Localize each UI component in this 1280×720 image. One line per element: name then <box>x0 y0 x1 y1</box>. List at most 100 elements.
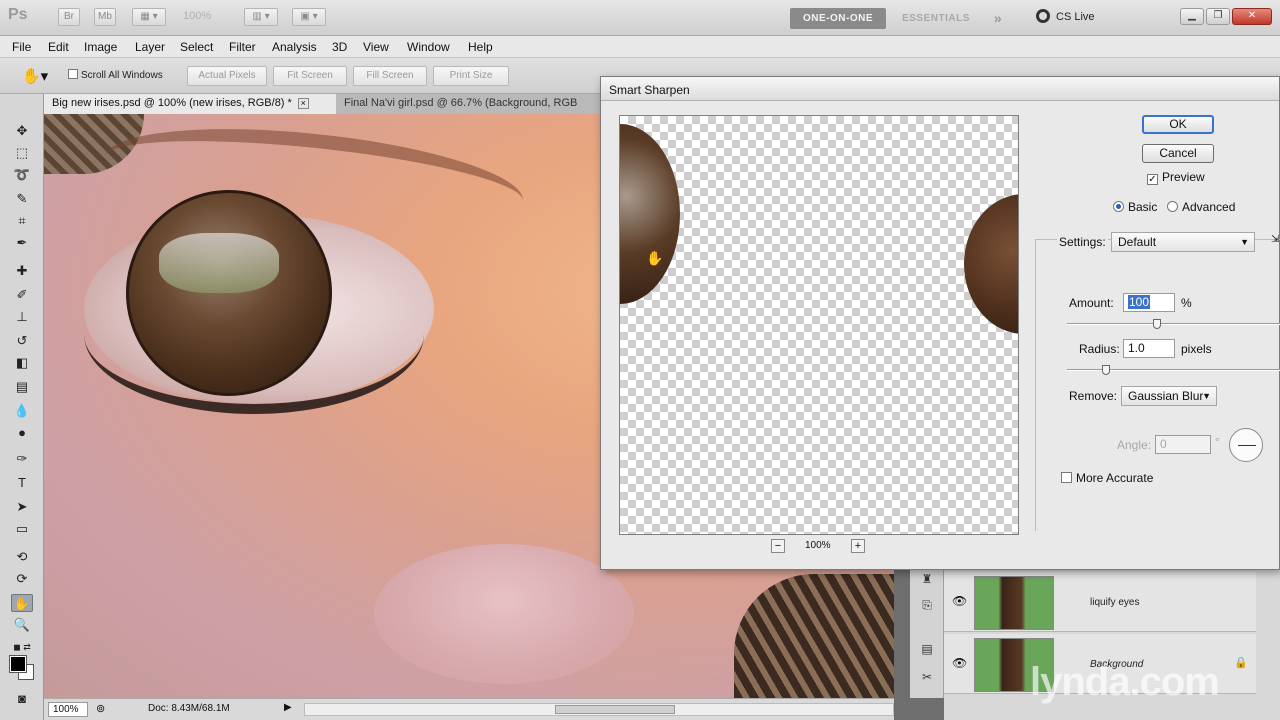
shape-tool-icon[interactable]: ▭ <box>11 520 33 538</box>
zoom-tool-icon[interactable]: 🔍 <box>11 616 33 634</box>
3d-rotate-tool-icon[interactable]: ⟲ <box>11 548 33 566</box>
bridge-button[interactable]: Br <box>58 8 80 26</box>
menu-select[interactable]: Select <box>180 40 213 54</box>
scrollbar-thumb[interactable] <box>555 705 675 714</box>
angle-dial[interactable] <box>1229 428 1263 462</box>
more-accurate-checkbox[interactable]: More Accurate <box>1061 471 1153 485</box>
save-settings-icon[interactable]: ⇲ <box>1271 234 1279 245</box>
amount-slider-track[interactable] <box>1067 323 1280 325</box>
zoom-level-menu[interactable]: 100% <box>183 10 211 22</box>
cancel-button[interactable]: Cancel <box>1142 144 1214 163</box>
tool-presets-icon[interactable]: ✂ <box>918 670 936 686</box>
type-tool-icon[interactable]: T <box>11 474 33 492</box>
visibility-eye-icon[interactable]: 👁 <box>952 594 967 608</box>
history-brush-tool-icon[interactable]: ↺ <box>11 332 33 350</box>
radius-slider-thumb[interactable] <box>1101 365 1110 375</box>
menu-file[interactable]: File <box>12 40 31 54</box>
menu-filter[interactable]: Filter <box>229 40 256 54</box>
notes-icon[interactable]: ▤ <box>918 642 936 658</box>
blur-tool-icon[interactable]: 💧 <box>11 402 33 420</box>
clone-source-icon[interactable]: ⎘ <box>918 598 936 614</box>
eraser-tool-icon[interactable]: ◧ <box>11 354 33 372</box>
advanced-radio[interactable]: Advanced <box>1167 200 1235 214</box>
quick-mask-icon[interactable]: ◙ <box>11 690 33 708</box>
basic-radio[interactable]: Basic <box>1113 200 1157 214</box>
minimize-button[interactable]: ▁ <box>1180 8 1204 25</box>
amount-value: 100 <box>1128 295 1151 309</box>
actual-pixels-button[interactable]: Actual Pixels <box>187 66 267 86</box>
workspace-one-on-one[interactable]: ONE-ON-ONE <box>790 8 886 29</box>
crop-tool-icon[interactable]: ⌗ <box>11 212 33 230</box>
brush-presets-icon[interactable]: ♜ <box>918 572 936 588</box>
screen-mode-button[interactable]: ▣ ▾ <box>292 8 326 26</box>
smart-sharpen-dialog: Smart Sharpen ✋ − 100% + OK Cancel ✓ Prev… <box>600 76 1280 570</box>
cs-live-button[interactable]: CS Live <box>1036 9 1095 23</box>
preview-iris-left <box>620 124 680 304</box>
status-info-icon[interactable]: ⊚ <box>96 702 105 715</box>
radio-dot <box>1113 201 1124 212</box>
marquee-tool-icon[interactable]: ⬚ <box>11 144 33 162</box>
menu-bar: File Edit Image Layer Select Filter Anal… <box>0 36 1280 58</box>
horizontal-scrollbar[interactable] <box>304 703 894 716</box>
dialog-title-bar[interactable]: Smart Sharpen <box>601 77 1279 101</box>
amount-field[interactable]: 100 <box>1123 293 1175 312</box>
dropdown-caret-icon: ▼ <box>1240 237 1249 247</box>
fit-screen-button[interactable]: Fit Screen <box>273 66 347 86</box>
gradient-tool-icon[interactable]: ▤ <box>11 378 33 396</box>
hand-tool-icon[interactable]: ✋ <box>11 594 33 612</box>
image-lash-line <box>84 254 424 414</box>
menu-edit[interactable]: Edit <box>48 40 69 54</box>
workspace-essentials[interactable]: ESSENTIALS <box>892 8 980 29</box>
3d-orbit-tool-icon[interactable]: ⟳ <box>11 570 33 588</box>
more-workspaces-icon[interactable]: » <box>986 8 1010 29</box>
mini-bridge-button[interactable]: Mb <box>94 8 116 26</box>
menu-view[interactable]: View <box>363 40 389 54</box>
lasso-tool-icon[interactable]: ➰ <box>11 166 33 184</box>
print-size-button[interactable]: Print Size <box>433 66 509 86</box>
basic-label: Basic <box>1128 200 1158 214</box>
healing-brush-tool-icon[interactable]: ✚ <box>11 262 33 280</box>
tab-final-navi-girl[interactable]: Final Na'vi girl.psd @ 66.7% (Background… <box>336 94 604 114</box>
pen-tool-icon[interactable]: ✑ <box>11 450 33 468</box>
close-tab-icon[interactable]: × <box>297 98 309 109</box>
menu-image[interactable]: Image <box>84 40 117 54</box>
remove-dropdown[interactable]: Gaussian Blur ▼ <box>1121 386 1217 406</box>
fill-screen-button[interactable]: Fill Screen <box>353 66 427 86</box>
filter-preview[interactable]: ✋ <box>619 115 1019 535</box>
brush-tool-icon[interactable]: ✐ <box>11 286 33 304</box>
arrange-documents-button[interactable]: ▥ ▾ <box>244 8 278 26</box>
maximize-button[interactable]: ❐ <box>1206 8 1230 25</box>
menu-3d[interactable]: 3D <box>332 40 347 54</box>
radius-field[interactable]: 1.0 <box>1123 339 1175 358</box>
zoom-out-button[interactable]: − <box>771 539 785 553</box>
quick-selection-tool-icon[interactable]: ✎ <box>11 190 33 208</box>
dodge-tool-icon[interactable]: ● <box>11 424 33 442</box>
hand-tool-preset-icon[interactable]: ✋▾ <box>22 67 48 85</box>
radius-slider-track[interactable] <box>1067 369 1280 371</box>
zoom-field[interactable]: 100% <box>48 702 88 717</box>
scroll-all-windows-checkbox[interactable]: Scroll All Windows <box>68 69 163 81</box>
preview-checkbox[interactable]: ✓ Preview <box>1147 170 1205 185</box>
menu-window[interactable]: Window <box>407 40 450 54</box>
settings-dropdown[interactable]: Default ▼ <box>1111 232 1255 252</box>
menu-layer[interactable]: Layer <box>135 40 165 54</box>
amount-slider-thumb[interactable] <box>1152 319 1161 329</box>
foreground-color-swatch[interactable] <box>9 655 27 673</box>
layer-row[interactable]: 👁 liquify eyes <box>944 572 1256 632</box>
clone-stamp-tool-icon[interactable]: ⊥ <box>11 308 33 326</box>
path-selection-tool-icon[interactable]: ➤ <box>11 498 33 516</box>
menu-help[interactable]: Help <box>468 40 493 54</box>
ok-button[interactable]: OK <box>1142 115 1214 134</box>
checkbox-box <box>1061 472 1072 483</box>
eyedropper-tool-icon[interactable]: ✒ <box>11 234 33 252</box>
status-menu-arrow-icon[interactable]: ▶ <box>284 702 292 713</box>
tab-big-new-irises[interactable]: Big new irises.psd @ 100% (new irises, R… <box>44 94 336 114</box>
move-tool-icon[interactable]: ✥ <box>11 122 33 140</box>
zoom-in-button[interactable]: + <box>851 539 865 553</box>
menu-analysis[interactable]: Analysis <box>272 40 317 54</box>
angle-field[interactable]: 0 <box>1155 435 1211 454</box>
visibility-eye-icon[interactable]: 👁 <box>952 656 967 670</box>
close-button[interactable]: ✕ <box>1232 8 1272 25</box>
default-colors-icon[interactable]: ◼ ⇄ <box>11 638 33 656</box>
view-extras-button[interactable]: ▦ ▾ <box>132 8 166 26</box>
